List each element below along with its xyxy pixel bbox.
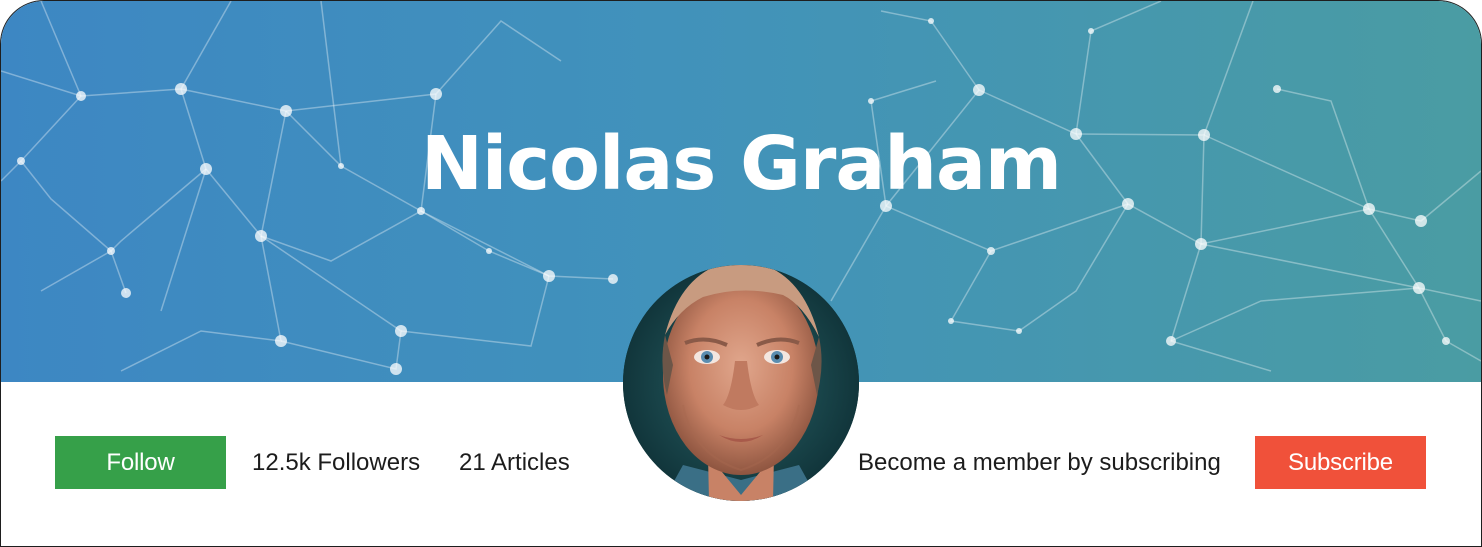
profile-photo bbox=[623, 265, 859, 501]
subscribe-button[interactable]: Subscribe bbox=[1255, 436, 1426, 489]
articles-count: 21 Articles bbox=[459, 449, 570, 476]
member-prompt: Become a member by subscribing bbox=[858, 449, 1221, 476]
follow-button[interactable]: Follow bbox=[55, 436, 226, 489]
followers-count: 12.5k Followers bbox=[252, 449, 421, 476]
profile-card: Nicolas Graham Follow 12.5k Followers 21… bbox=[0, 0, 1482, 547]
avatar bbox=[623, 265, 859, 501]
profile-name: Nicolas Graham bbox=[420, 121, 1062, 207]
